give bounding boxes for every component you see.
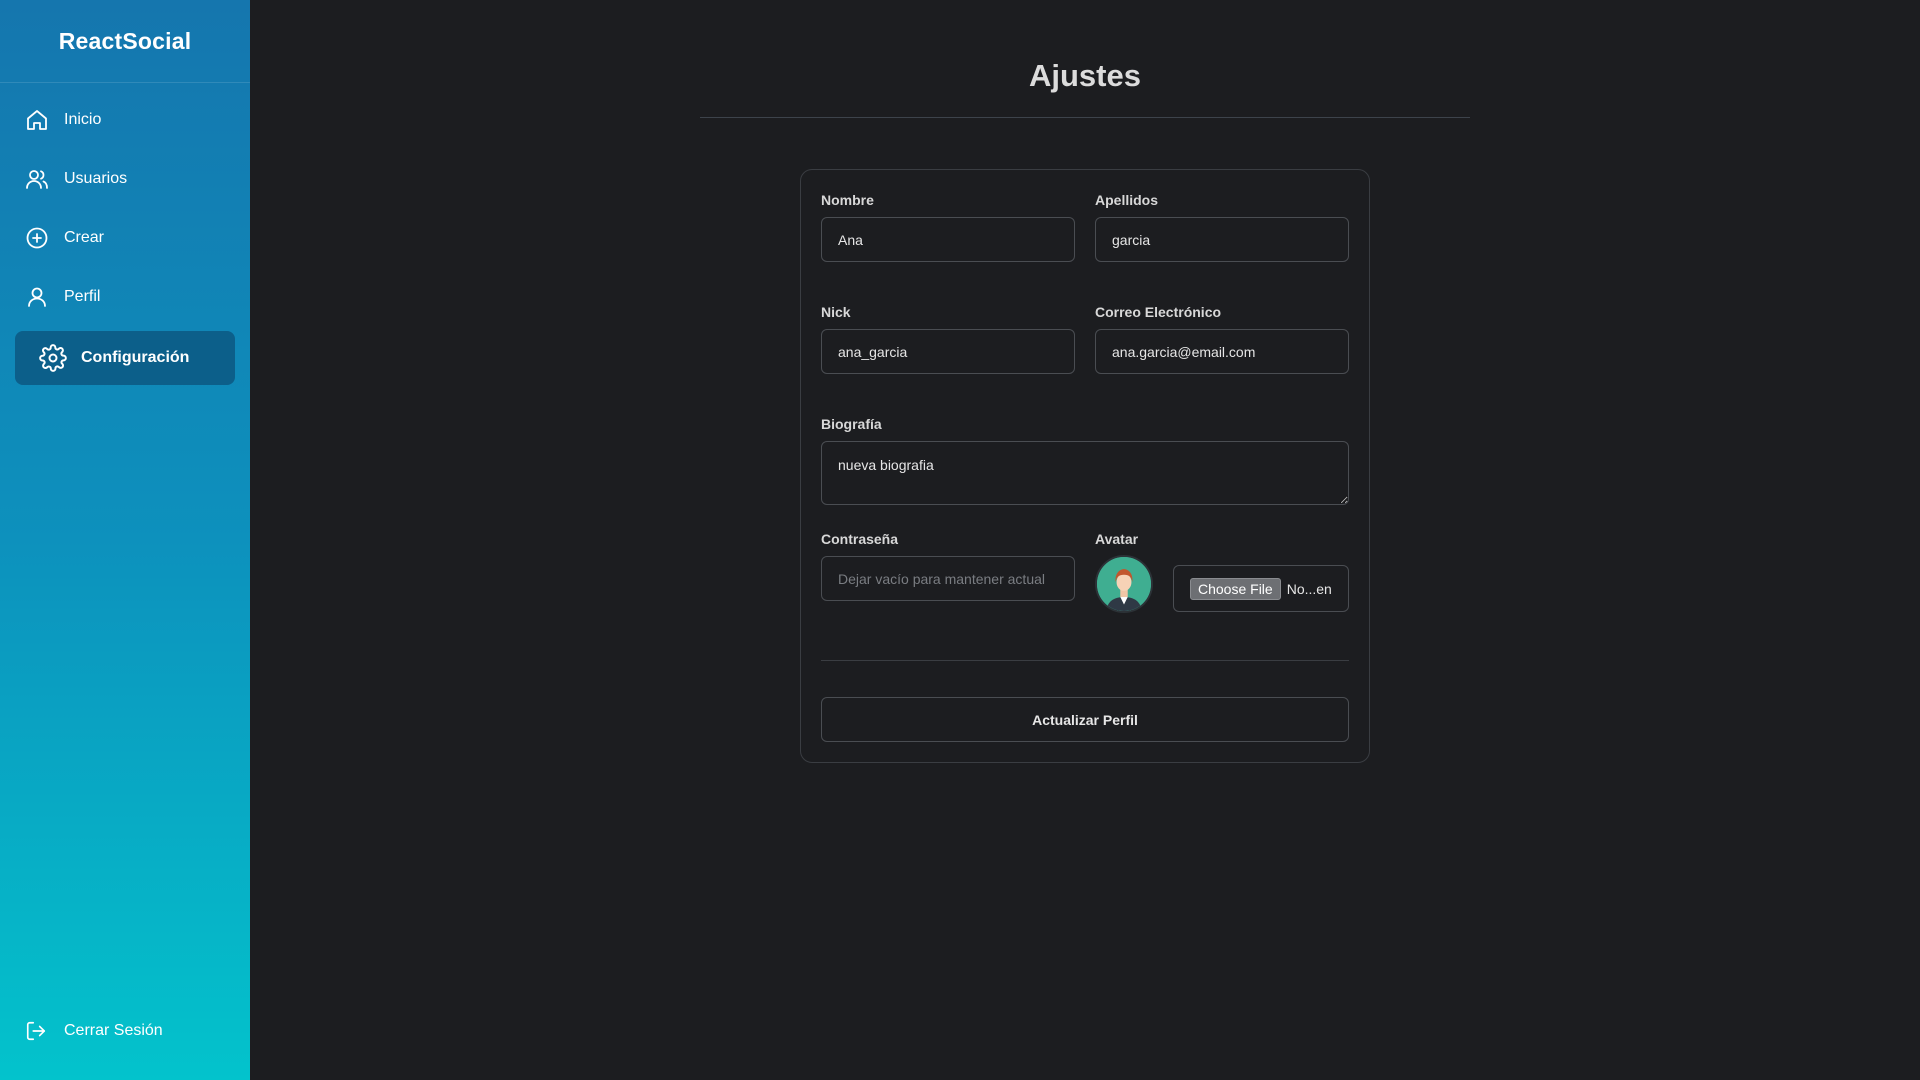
password-input[interactable]: [821, 556, 1075, 601]
avatar-file-input[interactable]: Choose File No...en: [1173, 565, 1349, 612]
user-icon: [25, 285, 49, 309]
sidebar-item-usuarios[interactable]: Usuarios: [15, 154, 235, 204]
sidebar-item-label: Perfil: [64, 288, 101, 305]
password-label: Contraseña: [821, 531, 899, 547]
apellidos-input[interactable]: [1095, 217, 1349, 262]
form-divider: [821, 660, 1349, 661]
logout-icon: [25, 1020, 47, 1042]
title-divider: [700, 117, 1470, 118]
nick-input[interactable]: [821, 329, 1075, 374]
update-profile-button[interactable]: Actualizar Perfil: [821, 697, 1349, 742]
sidebar-item-configuracion[interactable]: Configuración: [15, 331, 235, 385]
nick-label: Nick: [821, 304, 851, 320]
sidebar: ReactSocial Inicio Usuarios Crear Perfil: [0, 0, 250, 1080]
email-input[interactable]: [1095, 329, 1349, 374]
sidebar-item-label: Inicio: [64, 111, 102, 128]
apellidos-label: Apellidos: [1095, 192, 1159, 208]
avatar-preview: [1095, 555, 1153, 613]
biografia-label: Biografía: [821, 416, 882, 432]
sidebar-item-inicio[interactable]: Inicio: [15, 95, 235, 145]
sidebar-item-crear[interactable]: Crear: [15, 213, 235, 263]
nombre-label: Nombre: [821, 192, 874, 208]
sidebar-item-label: Crear: [64, 229, 105, 246]
app-brand[interactable]: ReactSocial: [0, 0, 250, 83]
avatar-image: [1097, 557, 1151, 611]
main-content: Ajustes Nombre Apellidos Nick Correo Ele…: [250, 0, 1920, 1080]
page-title: Ajustes: [1029, 58, 1141, 93]
plus-circle-icon: [25, 226, 49, 250]
home-icon: [25, 108, 49, 132]
gear-icon: [39, 344, 67, 372]
settings-form: Nombre Apellidos Nick Correo Electrónico…: [800, 169, 1370, 763]
biografia-textarea[interactable]: nueva biografia: [821, 441, 1349, 505]
logout-label: Cerrar Sesión: [64, 1022, 163, 1039]
sidebar-nav: Inicio Usuarios Crear Perfil Configuraci…: [0, 83, 250, 385]
sidebar-item-label: Configuración: [81, 349, 190, 366]
sidebar-item-label: Usuarios: [64, 170, 128, 187]
sidebar-item-perfil[interactable]: Perfil: [15, 272, 235, 322]
email-label: Correo Electrónico: [1095, 304, 1222, 320]
logout-button[interactable]: Cerrar Sesión: [25, 1020, 163, 1042]
file-name-label: No...en: [1286, 580, 1332, 597]
nombre-input[interactable]: [821, 217, 1075, 262]
choose-file-button[interactable]: Choose File: [1190, 577, 1281, 600]
users-icon: [25, 167, 49, 191]
avatar-label: Avatar: [1095, 531, 1139, 547]
